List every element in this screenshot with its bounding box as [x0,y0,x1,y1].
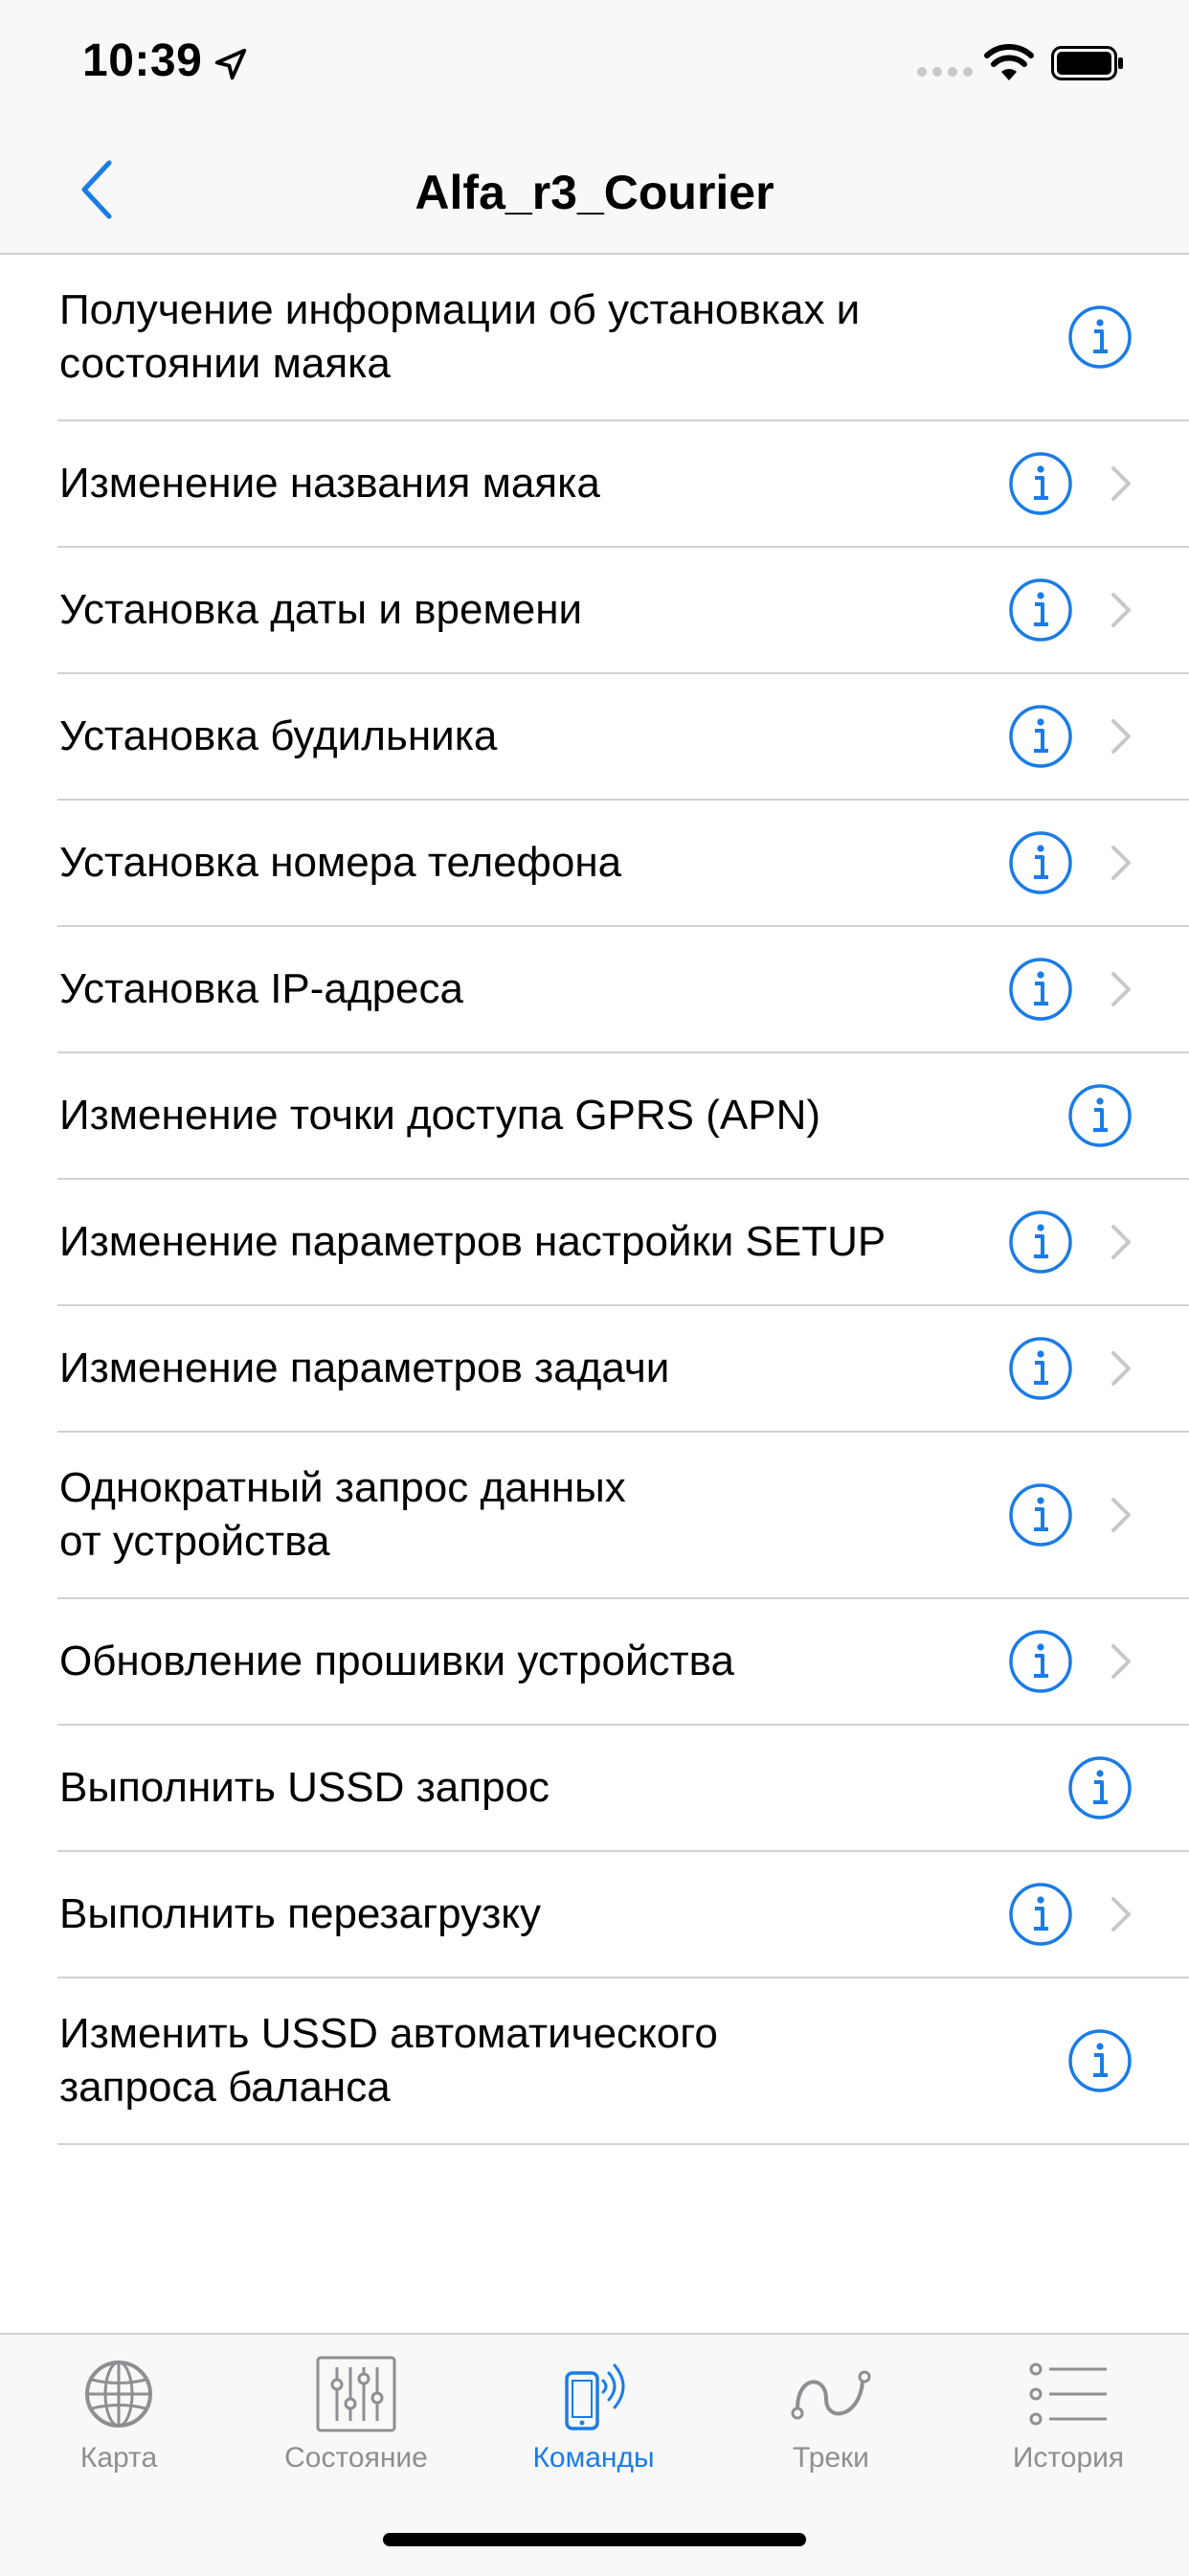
tab-label: Карта [79,2442,158,2474]
command-row[interactable]: Однократный запрос данных от устройства [57,1433,1189,1599]
chevron-right-icon [1111,1644,1131,1679]
command-label: Выполнить перезагрузку [59,1890,542,1937]
chevron-right-icon [1111,972,1131,1006]
info-icon[interactable] [1066,1082,1133,1149]
chevron-right-icon [1111,846,1131,880]
tab-history[interactable]: История [950,2356,1187,2499]
command-row[interactable]: Обновление прошивки устройства [57,1599,1189,1726]
command-row[interactable]: Изменение точки доступа GPRS (APN) [57,1053,1189,1180]
tab-map[interactable]: Карта [0,2356,237,2499]
chevron-right-icon [1111,719,1131,754]
route-icon [791,2370,871,2420]
tab-label: Треки [793,2442,869,2474]
wifi-icon [984,44,1034,80]
status-time: 10:39 [82,35,203,86]
chevron-right-icon [1111,1225,1131,1259]
cellular-signal-icon [917,67,973,77]
command-label: Установка IP-адреса [59,965,463,1012]
info-icon[interactable] [1007,1481,1074,1548]
globe-icon [85,2361,152,2428]
info-icon[interactable] [1007,1335,1074,1402]
info-icon[interactable] [1007,450,1074,517]
info-icon[interactable] [1007,956,1074,1023]
tab-tracks[interactable]: Треки [712,2356,950,2499]
tab-label: История [1012,2442,1125,2474]
chevron-right-icon [1111,593,1131,627]
tab-commands[interactable]: Команды [475,2356,712,2499]
chevron-right-icon [1111,1351,1131,1386]
info-icon[interactable] [1007,1881,1074,1948]
command-label: Выполнить USSD запрос [59,1764,550,1811]
command-row[interactable]: Изменение параметров задачи [57,1306,1189,1433]
command-row[interactable]: Установка номера телефона [57,801,1189,927]
command-row[interactable]: Выполнить USSD запрос [57,1726,1189,1852]
tab-label: Команды [532,2442,655,2474]
location-arrow-icon [214,48,247,80]
command-row[interactable]: Установка даты и времени [57,548,1189,674]
command-row[interactable]: Изменить USSD автоматического запроса ба… [57,1978,1189,2145]
command-row[interactable]: Изменение названия маяка [57,421,1189,548]
command-label: Изменение названия маяка [59,460,600,507]
command-list: Получение информации об установках и сос… [0,255,1189,2145]
phone-signal-icon [565,2363,625,2430]
command-label: Изменение параметров настройки SETUP [59,1218,886,1265]
command-label: Установка номера телефона [59,839,622,886]
info-icon[interactable] [1007,829,1074,896]
chevron-right-icon [1111,1897,1131,1932]
command-label: Обновление прошивки устройства [59,1638,735,1684]
page-title: Alfa_r3_Courier [415,166,774,219]
sliders-icon [316,2356,396,2432]
command-label: Изменить USSD автоматического запроса ба… [59,2010,718,2111]
tab-label: Состояние [284,2442,428,2474]
chevron-right-icon [1111,466,1131,501]
info-icon[interactable] [1007,576,1074,644]
command-label: Получение информации об установках и сос… [59,286,861,387]
navigation-bar: Alfa_r3_Courier [0,126,1189,255]
list-icon [1029,2362,1107,2426]
command-label: Однократный запрос данных от устройства [59,1464,626,1565]
command-label: Установка будильника [59,712,498,759]
command-row[interactable]: Изменение параметров настройки SETUP [57,1180,1189,1306]
info-icon[interactable] [1066,2027,1133,2094]
info-icon[interactable] [1007,1209,1074,1276]
command-label: Изменение точки доступа GPRS (APN) [59,1092,821,1139]
info-icon[interactable] [1066,1754,1133,1821]
command-row[interactable]: Выполнить перезагрузку [57,1852,1189,1978]
chevron-right-icon [1111,1498,1131,1532]
command-row[interactable]: Установка будильника [57,674,1189,801]
battery-icon [1051,46,1123,80]
command-label: Изменение параметров задачи [59,1344,670,1391]
home-indicator [383,2533,806,2546]
info-icon[interactable] [1066,304,1133,371]
command-label: Установка даты и времени [59,586,583,633]
info-icon[interactable] [1007,1628,1074,1695]
command-row[interactable]: Установка IP-адреса [57,927,1189,1053]
command-row[interactable]: Получение информации об установках и сос… [57,255,1189,421]
status-bar: 10:39 [0,0,1189,126]
tab-state[interactable]: Состояние [237,2356,475,2499]
info-icon[interactable] [1007,703,1074,770]
